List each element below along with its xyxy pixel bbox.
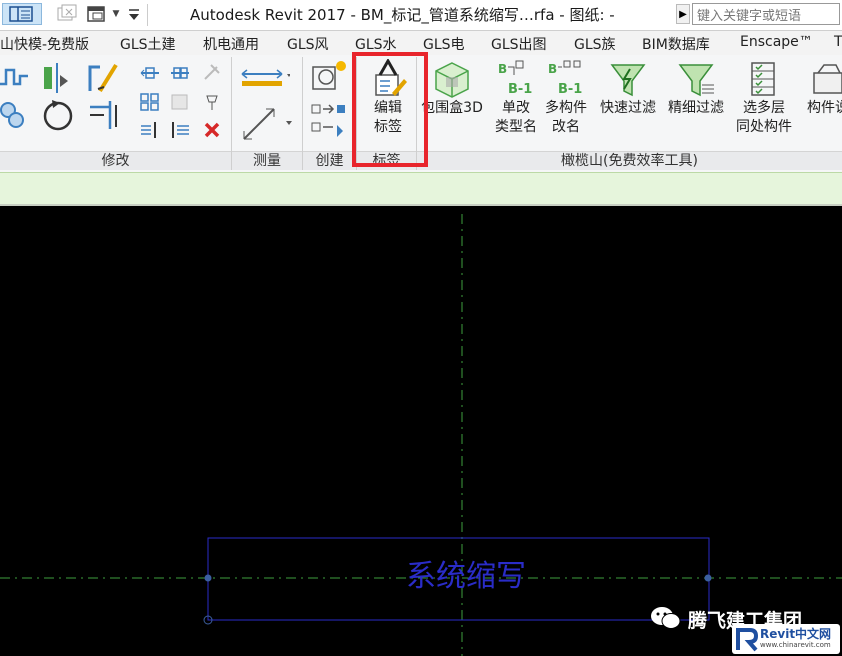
tag-label-text[interactable]: 系统缩写 — [406, 551, 526, 595]
sheet-layout-icon[interactable] — [2, 3, 42, 25]
create-component-icon[interactable] — [308, 59, 350, 95]
rotate-icon[interactable] — [40, 97, 76, 133]
align-icon[interactable] — [40, 61, 74, 95]
mirror-axis-icon[interactable] — [138, 119, 162, 141]
wechat-icon — [650, 604, 682, 632]
logo-text: Revit中文网 — [760, 627, 832, 641]
unpin-icon[interactable] — [200, 91, 224, 113]
mirror-draw-icon[interactable] — [168, 119, 192, 141]
group-label-modify: 修改 — [0, 151, 231, 170]
quick-filter-button[interactable]: 快速过滤 — [596, 59, 660, 118]
create-similar-icon[interactable] — [308, 101, 350, 141]
offset-icon[interactable] — [86, 61, 120, 95]
pin-disabled-icon[interactable] — [200, 61, 224, 83]
bbox-3d-label: 包围盒3D — [421, 100, 483, 116]
close-view-icon[interactable] — [54, 3, 80, 25]
tab-bim-database[interactable]: BIM数据库 — [642, 34, 710, 54]
tab-gls-free[interactable]: 山快模-免费版 — [0, 34, 89, 54]
tab-gls-civil[interactable]: GLS土建 — [120, 34, 176, 54]
multi-level-label-1: 选多层 — [743, 100, 785, 116]
tab-gls-family[interactable]: GLS族 — [574, 34, 616, 54]
dropdown-arrow-icon[interactable]: ▼ — [110, 3, 122, 25]
component-info-button[interactable]: 构件说 — [796, 59, 842, 118]
svg-text:B: B — [548, 62, 557, 76]
quick-filter-label: 快速过滤 — [600, 100, 656, 116]
switch-window-icon[interactable] — [84, 3, 110, 25]
svg-text:B: B — [498, 62, 507, 76]
search-input[interactable]: 键入关键字或短语 — [692, 3, 840, 25]
fine-filter-label: 精细过滤 — [668, 100, 724, 116]
group-label-gls: 橄榄山(免费效率工具) — [417, 151, 842, 170]
split-icon[interactable] — [0, 99, 30, 131]
chevron-right-icon[interactable]: ▶ — [676, 4, 690, 24]
trim-extend-icon[interactable] — [86, 97, 120, 131]
wall-join-icon[interactable] — [0, 61, 30, 93]
revit-r-icon — [736, 628, 759, 652]
customize-icon[interactable] — [124, 3, 144, 25]
funnel-list-icon — [664, 59, 728, 99]
move-icon[interactable] — [138, 63, 162, 83]
revit-cn-logo: Revit中文网 www.chinarevit.com — [732, 624, 840, 654]
grip-right[interactable] — [704, 574, 712, 582]
tab-more[interactable]: T — [834, 34, 842, 50]
delete-icon[interactable] — [200, 119, 224, 141]
multi-level-label-2: 同处构件 — [736, 119, 792, 135]
rename-multiple-button[interactable]: B B-1 多构件 改名 — [534, 59, 598, 137]
options-bar — [0, 172, 842, 206]
layers-check-icon — [732, 59, 796, 99]
array-icon[interactable] — [138, 91, 162, 113]
b1-icon-text: B-1 — [508, 82, 532, 97]
multi-level-select-button[interactable]: 选多层 同处构件 — [732, 59, 796, 137]
bbox-3d-icon — [420, 59, 484, 99]
tab-gls-electrical[interactable]: GLS电 — [423, 34, 465, 54]
component-info-label: 构件说 — [807, 100, 842, 116]
component-box-icon — [796, 59, 842, 99]
measure-between-icon[interactable] — [238, 63, 290, 91]
funnel-icon — [596, 59, 660, 99]
tab-mep-general[interactable]: 机电通用 — [203, 34, 259, 54]
tab-gls-hvac[interactable]: GLS风 — [287, 34, 329, 54]
rename-multiple-label-1: 多构件 — [545, 100, 587, 116]
group-label-create: 创建 — [303, 151, 356, 170]
fine-filter-button[interactable]: 精细过滤 — [664, 59, 728, 118]
scale-disabled-icon[interactable] — [168, 91, 192, 113]
group-label-measure: 测量 — [232, 151, 302, 170]
bbox-3d-button[interactable]: 包围盒3D — [420, 59, 484, 118]
rename-multiple-label-2: 改名 — [552, 119, 580, 135]
tab-enscape[interactable]: Enscape™ — [740, 34, 813, 50]
logo-url-text: www.chinarevit.com — [760, 641, 831, 649]
grip-left[interactable] — [204, 574, 212, 582]
tab-gls-drawing[interactable]: GLS出图 — [491, 34, 547, 54]
tab-gls-plumbing[interactable]: GLS水 — [355, 34, 397, 54]
divider — [147, 4, 148, 26]
measure-along-icon[interactable] — [238, 103, 294, 143]
title-bar: ▼ Autodesk Revit 2017 - BM_标记_管道系统缩写…rfa… — [0, 0, 842, 31]
copy-icon[interactable] — [168, 63, 192, 83]
rename-multiple-icon: B B-1 — [534, 59, 598, 99]
window-title: Autodesk Revit 2017 - BM_标记_管道系统缩写…rfa -… — [190, 6, 615, 24]
highlight-box — [352, 52, 428, 167]
b1-icon-text: B-1 — [558, 82, 582, 97]
